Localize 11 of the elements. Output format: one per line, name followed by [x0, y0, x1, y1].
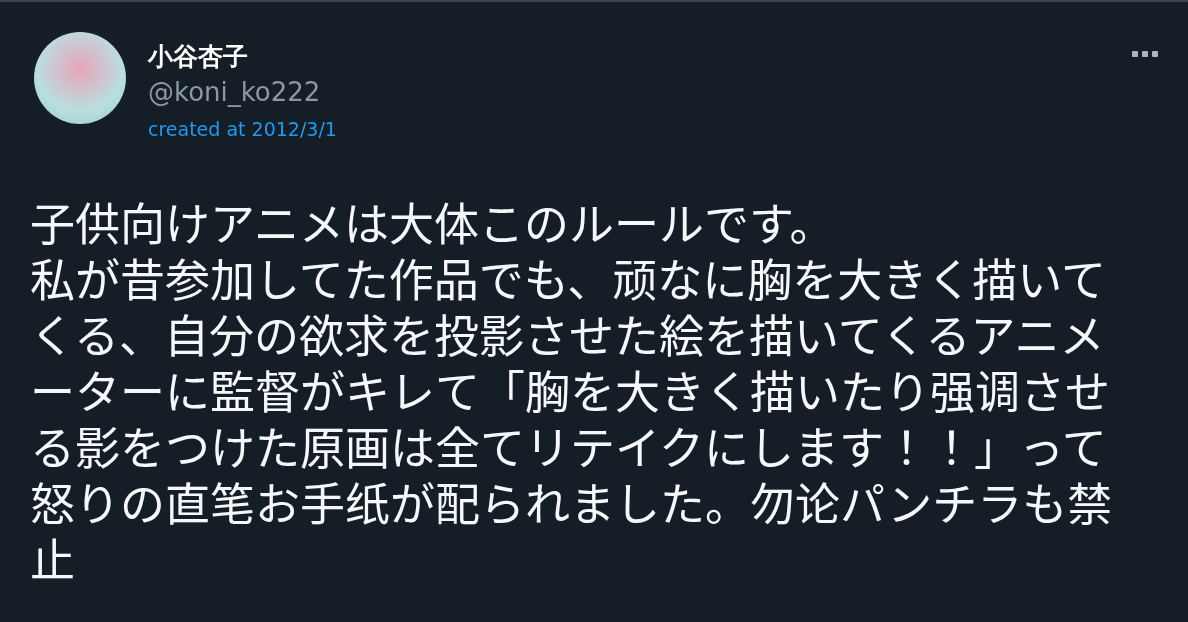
tweet-text-line: くる、自分の欲求を投影させた絵を描いてくるアニメ	[30, 306, 1105, 362]
tweet-text-line: 私が昔参加してた作品でも、顽なに胸を大きく描いて	[30, 250, 1106, 306]
tweet-text-line: 怒りの直笔お手纸が配られました。勿论パンチラも禁	[30, 474, 1113, 530]
more-options-icon[interactable]	[1132, 50, 1158, 58]
user-handle: @koni_ko222	[148, 76, 322, 109]
tweet-text-line: 止	[30, 530, 75, 586]
display-name: 小谷杏子	[148, 41, 249, 73]
created-date: created at 2012/3/1	[148, 117, 337, 142]
tweet-text-line: ーターに監督がキレて「胸を大きく描いたり强调させ	[30, 362, 1110, 418]
tweet-text-line: 子供向けアニメは大体このルールです。	[30, 194, 835, 250]
tweet-text-line: る影をつけた原画は全てリテイクにします！！」って	[30, 418, 1107, 474]
